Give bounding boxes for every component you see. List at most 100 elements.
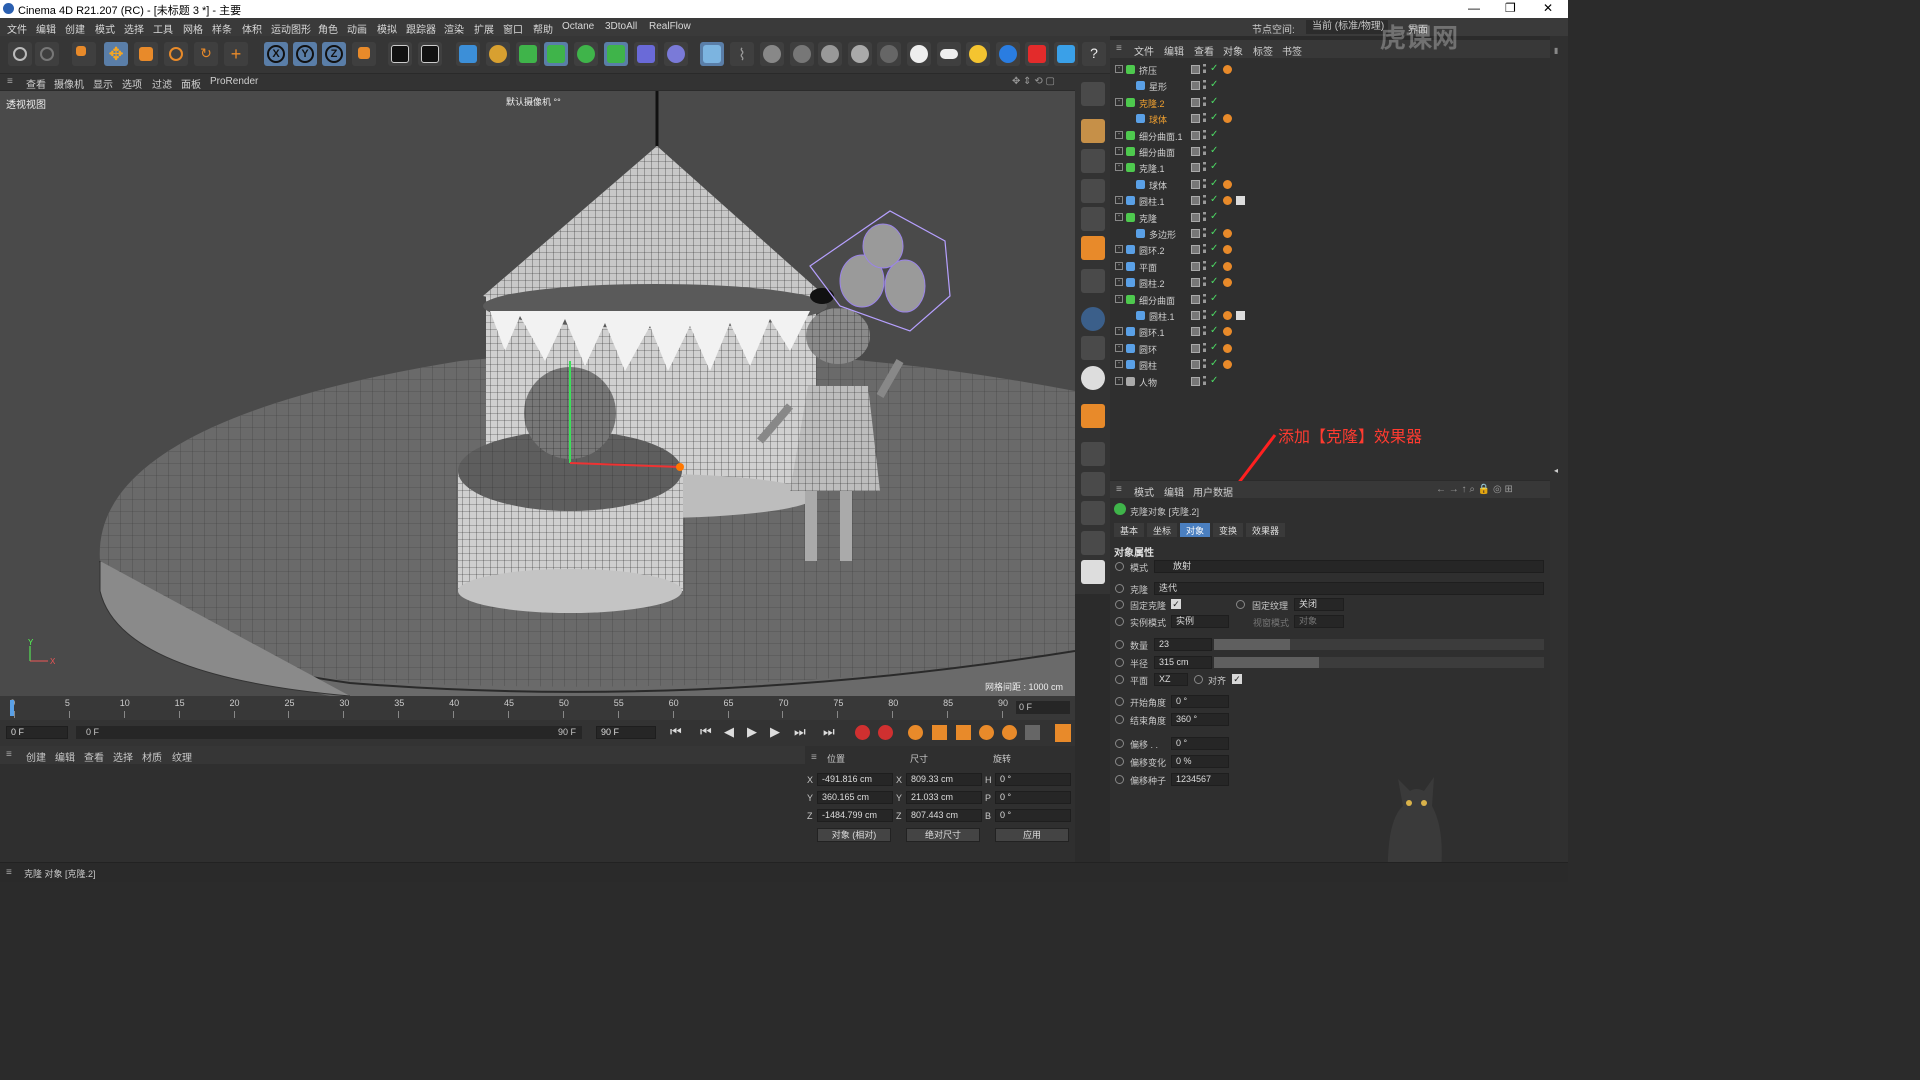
object-row[interactable]: 球体 ✓ bbox=[1110, 111, 1550, 127]
menu-character[interactable]: 角色 bbox=[318, 21, 338, 36]
bounding-box-icon[interactable] bbox=[1081, 560, 1105, 584]
viewport-menu-panel[interactable]: 面板 bbox=[181, 76, 201, 91]
object-row[interactable]: 圆柱.1 ✓ bbox=[1110, 308, 1550, 324]
go-to-start-icon[interactable]: ⏮ bbox=[670, 724, 682, 740]
axis-mode-icon[interactable] bbox=[1081, 269, 1105, 293]
radius-field[interactable]: 315 cm bbox=[1154, 656, 1212, 669]
visibility-dots-icon[interactable] bbox=[1203, 113, 1206, 123]
expand-toggle-icon[interactable]: - bbox=[1115, 97, 1123, 106]
toggle-icon[interactable] bbox=[937, 42, 961, 66]
expand-toggle-icon[interactable]: - bbox=[1115, 130, 1123, 139]
object-row[interactable]: - 细分曲面 ✓ bbox=[1110, 292, 1550, 308]
brush-icon[interactable] bbox=[1081, 531, 1105, 555]
arrow-down-icon[interactable] bbox=[1081, 442, 1105, 466]
layer-color-swatch[interactable] bbox=[1191, 130, 1200, 140]
viewport-menu-camera[interactable]: 摄像机 bbox=[54, 76, 84, 91]
enabled-check-icon[interactable]: ✓ bbox=[1210, 112, 1218, 123]
viewport-menu-prorender[interactable]: ProRender bbox=[210, 76, 258, 87]
key-position-icon[interactable] bbox=[932, 725, 947, 740]
sun-light-icon[interactable] bbox=[966, 42, 990, 66]
visibility-dots-icon[interactable] bbox=[1203, 129, 1206, 139]
enabled-check-icon[interactable]: ✓ bbox=[1210, 309, 1218, 320]
expand-toggle-icon[interactable]: - bbox=[1115, 360, 1123, 369]
rot-b-field[interactable]: 0 ° bbox=[995, 809, 1071, 822]
timeline-ruler[interactable]: 051015202530354045505560657075808590 0 F bbox=[0, 696, 1075, 720]
extrude-generator-icon[interactable] bbox=[544, 42, 568, 66]
radius-slider[interactable] bbox=[1214, 657, 1544, 668]
camera-lens-icon[interactable] bbox=[996, 42, 1020, 66]
object-name[interactable]: 克隆 bbox=[1139, 212, 1157, 225]
perspective-viewport[interactable]: 透视视图 默认摄像机 °° 网格间距 : 1000 cm Y X bbox=[0, 91, 1075, 696]
menu-edit[interactable]: 编辑 bbox=[36, 21, 56, 36]
start-angle-field[interactable]: 0 ° bbox=[1171, 695, 1229, 708]
auto-key-icon[interactable] bbox=[878, 725, 893, 740]
expand-toggle-icon[interactable]: - bbox=[1115, 196, 1123, 205]
material-tag-icon[interactable] bbox=[1223, 311, 1232, 320]
menu-mode[interactable]: 模式 bbox=[95, 21, 115, 36]
enabled-check-icon[interactable]: ✓ bbox=[1210, 178, 1218, 189]
material-sphere-4-icon[interactable] bbox=[848, 42, 872, 66]
attr-menu-edit[interactable]: 编辑 bbox=[1164, 484, 1184, 499]
mograph-array-icon[interactable] bbox=[604, 42, 628, 66]
menu-octane[interactable]: Octane bbox=[562, 21, 594, 32]
object-name[interactable]: 圆柱.1 bbox=[1149, 310, 1175, 323]
layer-color-swatch[interactable] bbox=[1191, 179, 1200, 189]
enabled-check-icon[interactable]: ✓ bbox=[1210, 63, 1218, 74]
record-icon[interactable] bbox=[1025, 42, 1049, 66]
object-name[interactable]: 克隆.2 bbox=[1139, 97, 1165, 110]
edges-mode-icon[interactable] bbox=[1081, 207, 1105, 231]
graph-icon[interactable]: ⌇ bbox=[730, 42, 754, 66]
texture-mode-icon[interactable] bbox=[1081, 149, 1105, 173]
z-axis-lock-icon[interactable]: Z bbox=[322, 42, 346, 66]
sculpt-icon[interactable] bbox=[1081, 472, 1105, 496]
layer-color-swatch[interactable] bbox=[1191, 212, 1200, 222]
visibility-dots-icon[interactable] bbox=[1203, 375, 1206, 385]
coord-mode-dropdown[interactable]: 对象 (相对) bbox=[817, 828, 891, 842]
rotate-tool-icon[interactable] bbox=[164, 42, 188, 66]
menu-realflow[interactable]: RealFlow bbox=[649, 21, 691, 32]
visibility-dots-icon[interactable] bbox=[1203, 326, 1206, 336]
visibility-dots-icon[interactable] bbox=[1203, 162, 1206, 172]
layer-color-swatch[interactable] bbox=[1191, 229, 1200, 238]
menu-help[interactable]: 帮助 bbox=[533, 21, 553, 36]
menu-extensions[interactable]: 扩展 bbox=[474, 21, 494, 36]
live-select-icon[interactable] bbox=[72, 42, 96, 66]
tab-object[interactable]: 对象 bbox=[1180, 523, 1211, 537]
snap-icon[interactable] bbox=[1081, 307, 1105, 331]
viewport-nav-icon[interactable]: ✥ ⇕ ⟲ ▢ bbox=[1012, 76, 1055, 87]
go-to-end-icon[interactable]: ⏭ bbox=[823, 724, 835, 740]
menu-create[interactable]: 创建 bbox=[65, 21, 85, 36]
enabled-check-icon[interactable]: ✓ bbox=[1210, 96, 1218, 107]
object-row[interactable]: - 细分曲面.1 ✓ bbox=[1110, 128, 1550, 144]
mat-menu-create[interactable]: 创建 bbox=[26, 749, 46, 764]
key-param-icon[interactable] bbox=[1002, 725, 1017, 740]
count-field[interactable]: 23 bbox=[1154, 638, 1212, 651]
expand-toggle-icon[interactable]: - bbox=[1115, 343, 1123, 352]
key-scale-icon[interactable] bbox=[956, 725, 971, 740]
side-tab-objects[interactable]: ▮ bbox=[1554, 46, 1564, 55]
visibility-dots-icon[interactable] bbox=[1203, 146, 1206, 155]
expand-toggle-icon[interactable]: - bbox=[1115, 212, 1123, 221]
layer-color-swatch[interactable] bbox=[1191, 65, 1200, 74]
layer-color-swatch[interactable] bbox=[1191, 196, 1200, 206]
pos-z-field[interactable]: -1484.799 cm bbox=[817, 809, 893, 822]
instance-mode-dropdown[interactable]: 实例 bbox=[1171, 615, 1229, 628]
y-axis-lock-icon[interactable]: Y bbox=[293, 42, 317, 66]
object-name[interactable]: 圆柱 bbox=[1139, 359, 1157, 372]
move-tool-icon[interactable]: ✥ bbox=[104, 42, 128, 66]
visibility-dots-icon[interactable] bbox=[1203, 310, 1206, 319]
checker-tag-icon[interactable] bbox=[1236, 196, 1245, 206]
size-x-field[interactable]: 809.33 cm bbox=[906, 773, 982, 786]
deformer-icon[interactable] bbox=[634, 42, 658, 66]
rot-p-field[interactable]: 0 ° bbox=[995, 791, 1071, 804]
menu-file[interactable]: 文件 bbox=[7, 21, 27, 36]
obj-menu-edit[interactable]: 编辑 bbox=[1164, 43, 1184, 58]
object-row[interactable]: - 克隆.2 ✓ bbox=[1110, 95, 1550, 111]
visibility-dots-icon[interactable] bbox=[1203, 80, 1206, 90]
enabled-check-icon[interactable]: ✓ bbox=[1210, 375, 1218, 386]
timeline-playhead[interactable] bbox=[10, 700, 14, 716]
tab-effectors[interactable]: 效果器 bbox=[1246, 523, 1286, 537]
object-name[interactable]: 圆柱.2 bbox=[1139, 277, 1165, 290]
enabled-check-icon[interactable]: ✓ bbox=[1210, 342, 1218, 353]
layer-color-swatch[interactable] bbox=[1191, 343, 1200, 353]
